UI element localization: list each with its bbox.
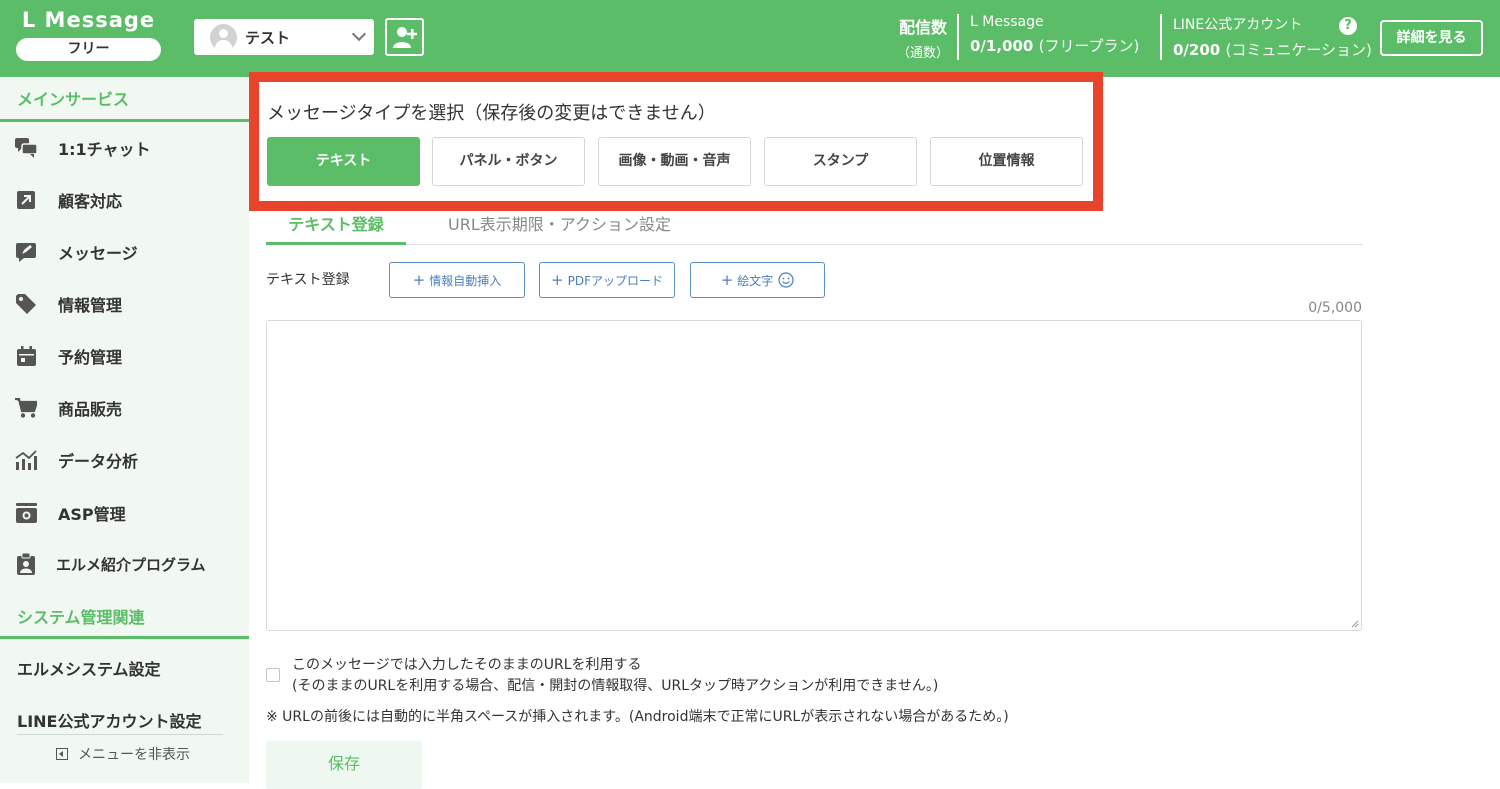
sidebar-item-line-settings[interactable]: LINE公式アカウント設定: [17, 708, 223, 735]
sidebar-item-label: データ分析: [58, 452, 139, 471]
raw-url-option-note: (そのままのURLを利用する場合、配信・開封の情報取得、URLタップ時アクション…: [292, 678, 939, 694]
section-divider: [0, 636, 249, 639]
divider: [1160, 14, 1162, 60]
lmessage-usage: 0/1,000 (フリープラン): [970, 35, 1139, 56]
sidebar-item-label: 顧客対応: [58, 192, 123, 211]
raw-url-checkbox[interactable]: [266, 668, 280, 682]
plan-badge: フリー: [16, 38, 161, 61]
section-system-management: システム管理関連: [17, 608, 145, 627]
stats-subtitle: （通数）: [897, 46, 950, 61]
sidebar-item-label: 情報管理: [58, 296, 123, 315]
pdf-upload-label: PDFアップロード: [567, 273, 663, 288]
line-account-value: 0/200: [1173, 41, 1221, 59]
sidebar-item-message[interactable]: メッセージ: [0, 232, 249, 272]
type-location-button[interactable]: 位置情報: [930, 137, 1083, 186]
pdf-upload-button[interactable]: + PDFアップロード: [539, 262, 675, 298]
resize-handle-icon[interactable]: [1351, 620, 1359, 628]
plus-icon: +: [551, 271, 564, 289]
sidebar-item-data-analysis[interactable]: データ分析: [0, 440, 249, 480]
add-user-button[interactable]: [385, 18, 424, 56]
lmessage-stat: L Message 0/1,000 (フリープラン): [970, 14, 1139, 56]
hide-menu-button[interactable]: メニューを非表示: [56, 744, 190, 764]
sidebar-item-label: 予約管理: [58, 348, 123, 367]
sidebar-item-label: 1:1チャット: [58, 140, 151, 159]
section-main-services: メインサービス: [17, 90, 130, 109]
sidebar-item-chat[interactable]: 1:1チャット: [0, 128, 249, 168]
chevron-down-icon: [351, 26, 367, 42]
sidebar-item-info-management[interactable]: 情報管理: [0, 284, 249, 324]
plus-icon: +: [720, 271, 734, 289]
tag-icon: [15, 293, 37, 315]
sidebar-item-label: ASP管理: [58, 505, 126, 524]
calendar-icon: [15, 345, 37, 367]
badge-icon: [15, 553, 37, 575]
lmessage-value: 0/1,000: [970, 37, 1034, 55]
type-panel-button[interactable]: パネル・ボタン: [432, 137, 585, 186]
content-tabs: テキスト登録 URL表示期限・アクション設定: [266, 201, 1363, 245]
smile-icon: [778, 272, 794, 288]
sidebar-item-system-settings[interactable]: エルメシステム設定: [17, 656, 161, 680]
register-icon: [15, 502, 37, 524]
chat-icon: [15, 137, 37, 159]
chart-icon: [15, 449, 37, 471]
url-space-note: ※ URLの前後には自動的に半角スペースが挿入されます。(Android端末で正…: [266, 709, 1009, 725]
save-button[interactable]: 保存: [266, 741, 422, 789]
tab-url-action-settings[interactable]: URL表示期限・アクション設定: [448, 211, 671, 235]
plus-icon: +: [412, 271, 426, 289]
sidebar: メインサービス 1:1チャット 顧客対応 メッセージ 情報管理 予約管理 商品販…: [0, 77, 249, 783]
message-text-input[interactable]: [266, 320, 1362, 631]
sidebar-item-label: エルメ紹介プログラム: [56, 555, 206, 574]
divider: [957, 14, 959, 60]
account-select[interactable]: テスト: [194, 19, 374, 55]
line-account-plan: (コミュニケーション): [1225, 41, 1372, 59]
line-account-usage: 0/200 (コミュニケーション): [1173, 39, 1372, 60]
view-details-button[interactable]: 詳細を見る: [1380, 20, 1483, 56]
sidebar-item-customer-support[interactable]: 顧客対応: [0, 180, 249, 220]
brand-name: L Message: [21, 8, 156, 32]
section-divider: [0, 119, 249, 122]
raw-url-option-label: このメッセージでは入力したそのままのURLを利用する: [292, 657, 642, 673]
sidebar-item-reservation[interactable]: 予約管理: [0, 336, 249, 376]
type-stamp-button[interactable]: スタンプ: [764, 137, 917, 186]
type-text-button[interactable]: テキスト: [267, 137, 420, 186]
help-icon[interactable]: ?: [1339, 17, 1357, 35]
message-type-title: メッセージタイプを選択（保存後の変更はできません）: [267, 103, 716, 124]
character-count: 0/5,000: [1308, 300, 1362, 316]
delivery-count: 配信数 （通数）: [897, 14, 949, 61]
avatar: [210, 23, 237, 51]
stats-title: 配信数: [899, 18, 948, 37]
hide-menu-label: メニューを非表示: [78, 747, 190, 763]
sidebar-item-referral[interactable]: エルメ紹介プログラム: [0, 544, 249, 584]
sidebar-item-asp[interactable]: ASP管理: [0, 493, 249, 533]
sidebar-item-sales[interactable]: 商品販売: [0, 388, 249, 428]
edit-message-icon: [15, 241, 37, 263]
insert-info-button[interactable]: + 情報自動挿入: [389, 262, 525, 298]
emoji-button[interactable]: + 絵文字: [690, 262, 825, 298]
tab-text-registration[interactable]: テキスト登録: [266, 211, 406, 245]
sidebar-item-label: メッセージ: [58, 244, 138, 263]
arrow-up-right-icon: [15, 189, 37, 211]
text-registration-label: テキスト登録: [266, 272, 350, 288]
account-name: テスト: [245, 28, 291, 47]
cart-icon: [15, 397, 37, 419]
top-header: L Message フリー テスト 配信数 （通数） L Message 0/1…: [0, 0, 1500, 77]
lmessage-label: L Message: [970, 14, 1044, 30]
add-user-icon: [392, 27, 417, 48]
insert-info-label: 情報自動挿入: [429, 273, 502, 288]
lmessage-plan: (フリープラン): [1038, 37, 1140, 55]
emoji-label: 絵文字: [737, 273, 774, 288]
collapse-icon: [56, 748, 68, 760]
sidebar-item-label: 商品販売: [58, 400, 123, 419]
brand: L Message フリー: [16, 6, 161, 61]
message-type-selector: メッセージタイプを選択（保存後の変更はできません） テキスト パネル・ボタン 画…: [249, 72, 1103, 211]
type-media-button[interactable]: 画像・動画・音声: [598, 137, 751, 186]
